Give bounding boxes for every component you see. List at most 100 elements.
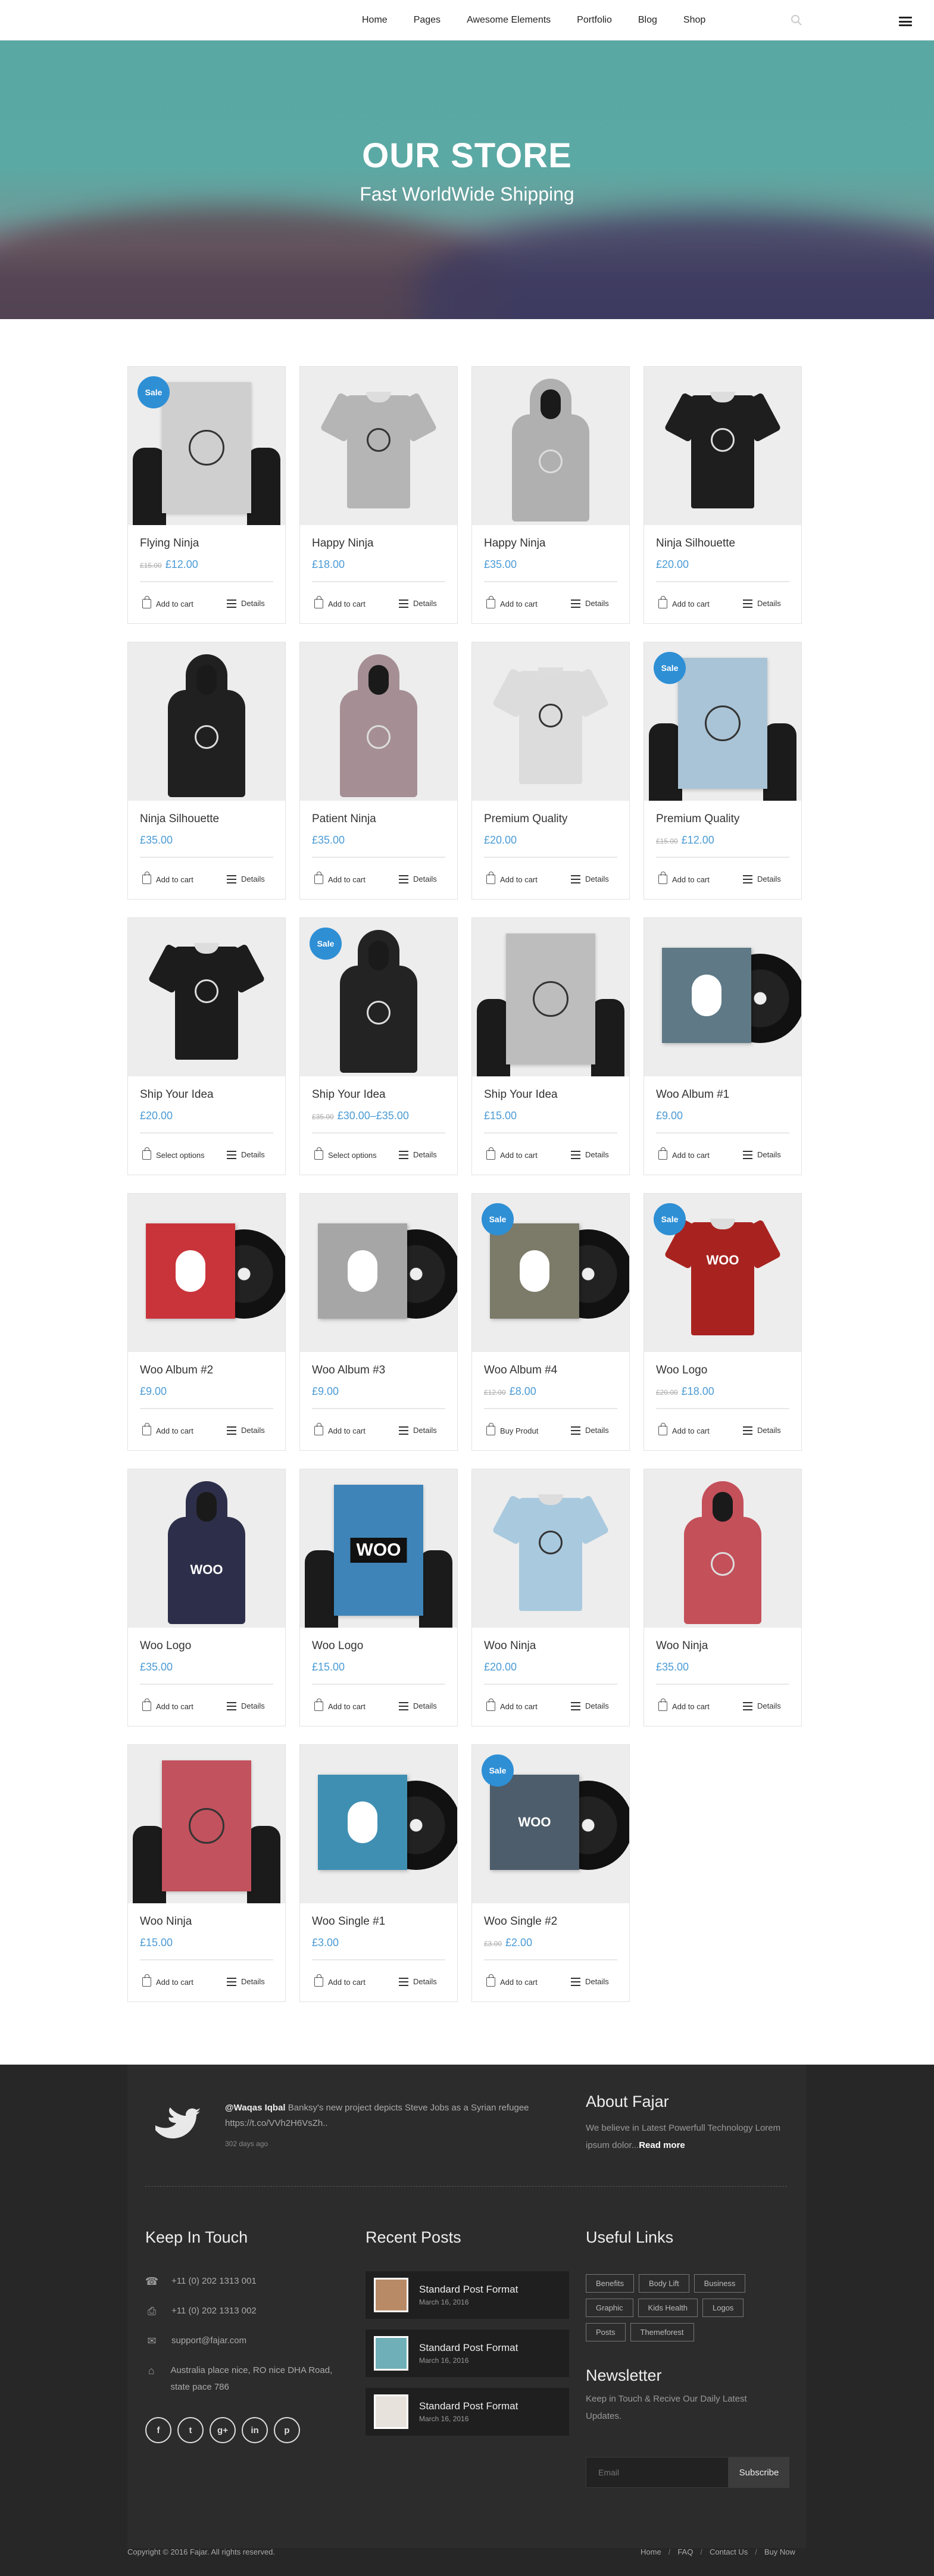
product-card[interactable]: Premium Quality £20.00 Add to cart Detai… xyxy=(471,642,630,900)
details-button[interactable]: Details xyxy=(399,1426,437,1435)
details-button[interactable]: Details xyxy=(571,875,609,883)
search-icon[interactable] xyxy=(791,14,802,26)
product-image[interactable]: Sale xyxy=(472,1194,629,1352)
add-to-cart-button[interactable]: Add to cart xyxy=(142,872,193,884)
product-image[interactable]: Sale WOO xyxy=(644,1194,801,1352)
product-card[interactable]: Sale Woo Album #4 £12.00 £8.00 Buy Produt… xyxy=(471,1193,630,1451)
recent-post[interactable]: Standard Post Format March 16, 2016 xyxy=(366,2271,569,2319)
product-image[interactable] xyxy=(300,642,457,801)
product-image[interactable] xyxy=(300,1745,457,1903)
product-card[interactable]: Sale Flying Ninja £15.00 £12.00 Add to ca… xyxy=(127,366,286,624)
tweet-handle[interactable]: @Waqas Iqbal xyxy=(225,2103,286,2113)
footer-link-faq[interactable]: FAQ xyxy=(677,2547,693,2556)
product-card[interactable]: Sale WOO Woo Single #2 £3.00 £2.00 Add to… xyxy=(471,1744,630,2002)
details-button[interactable]: Details xyxy=(571,1701,609,1710)
product-card[interactable]: Woo Album #1 £9.00 Add to cart Details xyxy=(644,917,802,1175)
product-image[interactable] xyxy=(472,1469,629,1628)
add-to-cart-button[interactable]: Select options xyxy=(314,1147,377,1160)
product-image[interactable]: WOO xyxy=(128,1469,285,1628)
details-button[interactable]: Details xyxy=(399,1150,437,1159)
footer-link-buy-now[interactable]: Buy Now xyxy=(764,2547,795,2556)
tshirt-image[interactable] xyxy=(320,383,438,508)
recent-post[interactable]: Standard Post Format March 16, 2016 xyxy=(366,2388,569,2436)
footer-link-contact[interactable]: Contact Us xyxy=(710,2547,748,2556)
album-image[interactable] xyxy=(644,918,801,1076)
poster-image[interactable]: WOO xyxy=(300,1469,457,1628)
hoodie-image[interactable] xyxy=(150,654,263,797)
add-to-cart-button[interactable]: Add to cart xyxy=(658,1423,710,1435)
pinterest-icon[interactable]: p xyxy=(274,2417,300,2443)
add-to-cart-button[interactable]: Add to cart xyxy=(142,1423,193,1435)
album-image[interactable] xyxy=(300,1745,457,1903)
product-card[interactable]: WOO Woo Logo £15.00 Add to cart Details xyxy=(299,1469,458,1726)
tag-themeforest[interactable]: Themeforest xyxy=(630,2323,694,2341)
tag-graphic[interactable]: Graphic xyxy=(586,2299,633,2317)
tshirt-image[interactable] xyxy=(492,659,610,784)
product-title[interactable]: Happy Ninja xyxy=(312,537,374,550)
product-image[interactable]: Sale WOO xyxy=(472,1745,629,1903)
product-image[interactable] xyxy=(128,1745,285,1903)
product-title[interactable]: Patient Ninja xyxy=(312,813,376,826)
product-card[interactable]: Ninja Silhouette £20.00 Add to cart Deta… xyxy=(644,366,802,624)
details-button[interactable]: Details xyxy=(399,1977,437,1986)
product-title[interactable]: Woo Album #4 xyxy=(484,1364,557,1377)
product-card[interactable]: Woo Single #1 £3.00 Add to cart Details xyxy=(299,1744,458,2002)
add-to-cart-button[interactable]: Add to cart xyxy=(486,1698,538,1711)
details-button[interactable]: Details xyxy=(571,1426,609,1435)
product-title[interactable]: Woo Single #2 xyxy=(484,1915,557,1928)
product-title[interactable]: Woo Ninja xyxy=(140,1915,192,1928)
nav-portfolio[interactable]: Portfolio xyxy=(564,15,625,26)
product-image[interactable] xyxy=(644,1469,801,1628)
add-to-cart-button[interactable]: Add to cart xyxy=(658,596,710,608)
add-to-cart-button[interactable]: Buy Produt xyxy=(486,1423,538,1435)
product-title[interactable]: Premium Quality xyxy=(656,813,739,826)
contact-email[interactable]: support@fajar.com xyxy=(171,2333,246,2349)
hoodie-image[interactable] xyxy=(666,1481,779,1624)
product-title[interactable]: Woo Single #1 xyxy=(312,1915,385,1928)
add-to-cart-button[interactable]: Add to cart xyxy=(314,872,366,884)
details-button[interactable]: Details xyxy=(743,599,781,608)
product-title[interactable]: Flying Ninja xyxy=(140,537,199,550)
details-button[interactable]: Details xyxy=(227,1977,265,1986)
tshirt-image[interactable] xyxy=(148,935,265,1060)
newsletter-email-input[interactable] xyxy=(586,2457,729,2488)
add-to-cart-button[interactable]: Add to cart xyxy=(658,1147,710,1160)
tag-business[interactable]: Business xyxy=(694,2274,746,2293)
add-to-cart-button[interactable]: Add to cart xyxy=(142,596,193,608)
details-button[interactable]: Details xyxy=(227,1701,265,1710)
hoodie-image[interactable] xyxy=(322,654,435,797)
product-title[interactable]: Woo Logo xyxy=(140,1640,191,1653)
product-title[interactable]: Woo Logo xyxy=(656,1364,707,1377)
product-card[interactable]: WOO Woo Logo £35.00 Add to cart Details xyxy=(127,1469,286,1726)
add-to-cart-button[interactable]: Add to cart xyxy=(486,596,538,608)
add-to-cart-button[interactable]: Add to cart xyxy=(486,1147,538,1160)
details-button[interactable]: Details xyxy=(571,1150,609,1159)
add-to-cart-button[interactable]: Add to cart xyxy=(658,872,710,884)
nav-shop[interactable]: Shop xyxy=(670,15,719,26)
product-card[interactable]: Sale Ship Your Idea £35.00 £30.00–£35.00 … xyxy=(299,917,458,1175)
product-image[interactable] xyxy=(300,367,457,525)
product-title[interactable]: Happy Ninja xyxy=(484,537,546,550)
add-to-cart-button[interactable]: Add to cart xyxy=(486,1974,538,1987)
details-button[interactable]: Details xyxy=(227,875,265,883)
product-card[interactable]: Sale WOO Woo Logo £20.00 £18.00 Add to ca… xyxy=(644,1193,802,1451)
tshirt-image[interactable] xyxy=(664,383,782,508)
product-title[interactable]: Woo Ninja xyxy=(484,1640,536,1653)
product-image[interactable] xyxy=(128,918,285,1076)
tag-benefits[interactable]: Benefits xyxy=(586,2274,634,2293)
product-title[interactable]: Ninja Silhouette xyxy=(656,537,735,550)
product-card[interactable]: Woo Ninja £20.00 Add to cart Details xyxy=(471,1469,630,1726)
product-image[interactable]: WOO xyxy=(300,1469,457,1628)
product-image[interactable] xyxy=(644,918,801,1076)
details-button[interactable]: Details xyxy=(399,875,437,883)
product-title[interactable]: Woo Album #1 xyxy=(656,1088,729,1101)
hoodie-image[interactable] xyxy=(494,379,607,522)
nav-awesome-elements[interactable]: Awesome Elements xyxy=(454,15,564,26)
hoodie-image[interactable]: WOO xyxy=(150,1481,263,1624)
add-to-cart-button[interactable]: Add to cart xyxy=(314,596,366,608)
product-card[interactable]: Ship Your Idea £20.00 Select options Det… xyxy=(127,917,286,1175)
product-title[interactable]: Premium Quality xyxy=(484,813,567,826)
details-button[interactable]: Details xyxy=(227,1426,265,1435)
product-image[interactable] xyxy=(128,1194,285,1352)
product-image[interactable] xyxy=(472,642,629,801)
